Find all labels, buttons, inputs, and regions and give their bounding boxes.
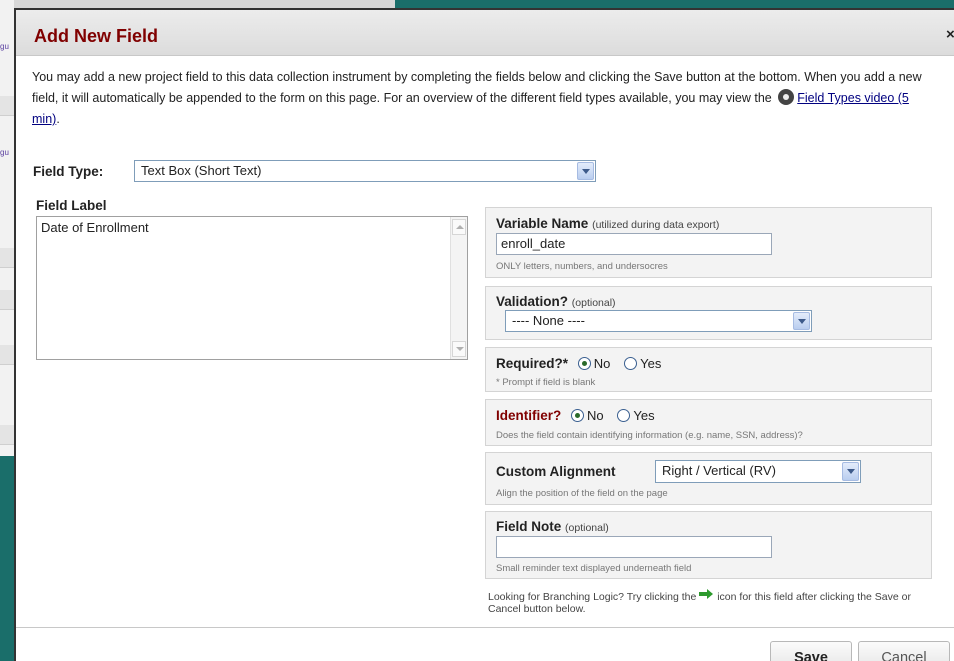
validation-value: ---- None ---- <box>512 313 585 328</box>
required-no-label: No <box>593 356 611 371</box>
required-hint: * Prompt if field is blank <box>496 377 596 388</box>
identifier-hint: Does the field contain identifying infor… <box>496 430 803 441</box>
required-yes-label: Yes <box>640 356 662 371</box>
chevron-down-icon[interactable] <box>577 162 594 180</box>
field-label-heading: Field Label <box>36 198 107 213</box>
variable-name-note: (utilized during data export) <box>592 219 720 231</box>
dialog-title: Add New Field <box>34 26 159 46</box>
field-type-value: Text Box (Short Text) <box>141 163 262 178</box>
background-row <box>0 345 14 365</box>
background-text-fragment: gu <box>0 42 9 51</box>
dialog-footer-divider <box>16 627 954 628</box>
field-note-note: (optional) <box>565 522 609 534</box>
required-label: Required?* <box>496 356 569 371</box>
variable-name-hint: ONLY letters, numbers, and undersocres <box>496 261 668 272</box>
background-text-fragment: gu <box>0 148 9 157</box>
field-label-value: Date of Enrollment <box>41 220 149 235</box>
identifier-no-label: No <box>587 408 604 423</box>
field-type-label: Field Type: <box>33 164 104 179</box>
background-teal-block <box>0 456 14 661</box>
custom-alignment-section: Custom Alignment Right / Vertical (RV) A… <box>485 452 932 505</box>
field-note-label: Field Note (optional) <box>496 519 609 534</box>
variable-name-label-text: Variable Name <box>496 216 589 231</box>
validation-select[interactable]: ---- None ---- <box>505 310 812 332</box>
identifier-row: Identifier? No Yes <box>496 408 655 423</box>
custom-alignment-select[interactable]: Right / Vertical (RV) <box>655 460 861 483</box>
chevron-down-icon[interactable] <box>842 462 859 481</box>
required-section: Required?* No Yes * Prompt if field is b… <box>485 347 932 392</box>
chevron-down-icon[interactable] <box>793 312 810 330</box>
validation-label: Validation? (optional) <box>496 294 616 309</box>
background-page-strip: gu gu <box>0 0 14 661</box>
field-note-label-text: Field Note <box>496 519 562 534</box>
required-no-radio[interactable] <box>577 357 591 370</box>
field-note-section: Field Note (optional) Small reminder tex… <box>485 511 932 579</box>
cancel-button[interactable]: Cancel <box>858 641 950 661</box>
identifier-section: Identifier? No Yes Does the field contai… <box>485 399 932 446</box>
field-type-select[interactable]: Text Box (Short Text) <box>134 160 596 182</box>
variable-name-label: Variable Name (utilized during data expo… <box>496 216 719 231</box>
film-reel-icon <box>778 89 795 105</box>
required-yes-radio[interactable] <box>624 357 638 370</box>
background-row <box>0 290 14 310</box>
background-page-header <box>14 0 395 8</box>
field-note-hint: Small reminder text displayed underneath… <box>496 563 692 574</box>
validation-note: (optional) <box>571 297 616 309</box>
branching-text-before: Looking for Branching Logic? Try clickin… <box>488 591 697 603</box>
validation-label-text: Validation? <box>496 294 569 309</box>
custom-alignment-label: Custom Alignment <box>496 464 616 479</box>
identifier-yes-radio[interactable] <box>617 409 631 422</box>
add-new-field-dialog: Add New Field × You may add a new projec… <box>14 8 954 661</box>
custom-alignment-hint: Align the position of the field on the p… <box>496 488 668 499</box>
field-label-textarea[interactable]: Date of Enrollment <box>36 216 468 360</box>
dialog-intro: You may add a new project field to this … <box>32 70 922 126</box>
validation-section: Validation? (optional) ---- None ---- <box>485 286 932 340</box>
branching-arrow-icon <box>699 589 714 601</box>
background-row <box>0 96 14 116</box>
identifier-label: Identifier? <box>496 408 562 423</box>
background-teal-bar <box>395 0 954 8</box>
identifier-no-radio[interactable] <box>571 409 585 422</box>
dialog-titlebar[interactable]: Add New Field × <box>16 10 954 56</box>
variable-name-input[interactable]: enroll_date <box>496 233 772 255</box>
field-note-input[interactable] <box>496 536 772 558</box>
save-button[interactable]: Save <box>770 641 852 661</box>
variable-name-value: enroll_date <box>501 236 566 251</box>
branching-logic-tip: Looking for Branching Logic? Try clickin… <box>488 589 933 615</box>
background-row <box>0 248 14 268</box>
textarea-scrollbar[interactable] <box>450 217 467 359</box>
scroll-up-icon[interactable] <box>452 219 466 235</box>
custom-alignment-value: Right / Vertical (RV) <box>662 463 776 478</box>
background-row <box>0 425 14 445</box>
required-row: Required?* No Yes <box>496 356 661 371</box>
variable-name-section: Variable Name (utilized during data expo… <box>485 207 932 278</box>
identifier-yes-label: Yes <box>633 408 655 423</box>
scroll-down-icon[interactable] <box>452 341 466 357</box>
close-icon[interactable]: × <box>946 26 954 43</box>
